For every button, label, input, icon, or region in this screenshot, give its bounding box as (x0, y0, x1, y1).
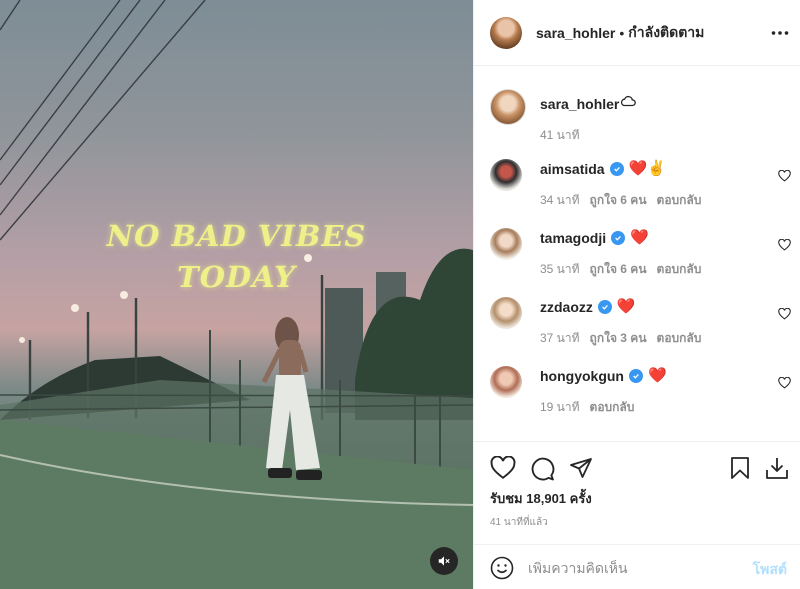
following-button[interactable]: กำลังติดตาม (628, 22, 704, 44)
commenter-avatar[interactable] (490, 297, 522, 329)
reply-button[interactable]: ตอบกลับ (657, 191, 702, 210)
overlay-text-line2: TODAY (177, 260, 296, 294)
comment-time[interactable]: 34 นาที (540, 191, 580, 210)
post-video[interactable]: NO BAD VIBES TODAY (0, 0, 473, 589)
mute-toggle-button[interactable] (430, 547, 458, 575)
comment-time[interactable]: 35 นาที (540, 260, 580, 279)
comment-text: ❤️ (648, 367, 667, 384)
like-comment-heart-icon[interactable] (778, 170, 791, 182)
save-bookmark-icon[interactable] (729, 456, 751, 480)
speaker-muted-icon (438, 556, 450, 566)
commenter-username[interactable]: aimsatida (540, 161, 605, 177)
reply-button[interactable]: ตอบกลับ (657, 260, 702, 279)
author-avatar[interactable] (490, 16, 522, 49)
emoji-smiley-icon[interactable] (490, 556, 514, 580)
views-suffix: ครั้ง (569, 491, 592, 506)
post-actions: รับชม 18,901 ครั้ง 41 นาทีที่แล้ว โพสต์ (474, 441, 800, 589)
commenter-avatar[interactable] (490, 159, 522, 191)
comment-likes[interactable]: ถูกใจ 3 คน (590, 329, 647, 348)
like-heart-icon[interactable] (490, 456, 516, 480)
comment-time[interactable]: 19 นาที (540, 398, 580, 417)
post-timestamp[interactable]: 41 นาทีที่แล้ว (490, 515, 548, 530)
comment-item: tamagodji ❤️ 35 นาที ถูกใจ 6 คน ตอบกลับ (490, 228, 791, 288)
download-icon[interactable] (765, 456, 789, 480)
commenter-avatar[interactable] (490, 228, 522, 260)
views-number: 18,901 (526, 491, 567, 506)
commenter-username[interactable]: zzdaozz (540, 299, 593, 315)
author-username[interactable]: sara_hohler (536, 25, 615, 41)
views-label: รับชม (490, 491, 523, 506)
header-separator: • (619, 24, 625, 41)
like-comment-heart-icon[interactable] (778, 239, 791, 251)
comment-text: ❤️ (616, 298, 636, 315)
comment-bubble-icon[interactable] (530, 456, 555, 481)
commenter-avatar[interactable] (490, 366, 522, 398)
view-count[interactable]: รับชม 18,901 ครั้ง (490, 488, 592, 509)
reply-button[interactable]: ตอบกลับ (657, 329, 702, 348)
comment-item: zzdaozz ❤️ 37 นาที ถูกใจ 3 คน ตอบกลับ (490, 297, 791, 357)
verified-badge-icon (629, 369, 643, 383)
comment-time[interactable]: 37 นาที (540, 329, 580, 348)
post-header: sara_hohler • กำลังติดตาม (474, 0, 800, 66)
more-options-button[interactable] (769, 22, 791, 44)
comment-item: hongyokgun ❤️ 19 นาที ตอบกลับ (490, 366, 791, 426)
share-paper-plane-icon[interactable] (569, 456, 593, 480)
add-comment-bar: โพสต์ (474, 544, 800, 589)
comment-likes[interactable]: ถูกใจ 6 คน (590, 191, 647, 210)
commenter-username[interactable]: hongyokgun (540, 368, 624, 384)
comment-item: aimsatida ❤️✌️ 34 นาที ถูกใจ 6 คน ตอบกลั… (490, 159, 791, 219)
cloud-icon (620, 95, 636, 107)
add-comment-input[interactable] (528, 559, 738, 576)
more-dots-icon (771, 31, 789, 35)
caption-time: 41 นาที (540, 128, 580, 142)
comment-likes[interactable]: ถูกใจ 6 คน (590, 260, 647, 279)
verified-badge-icon (597, 300, 612, 314)
like-comment-heart-icon[interactable] (778, 377, 791, 389)
verified-badge-icon (611, 231, 626, 245)
overlay-text-line1: NO BAD VIBES (106, 219, 367, 253)
comments-list[interactable]: sara_hohler 41 นาที aimsatida ❤️✌️ 34 นา… (474, 67, 800, 440)
caption-author-avatar[interactable] (490, 89, 526, 125)
comment-text: ❤️ (630, 229, 649, 246)
post-comment-button[interactable]: โพสต์ (753, 559, 787, 581)
comment-text: ❤️✌️ (628, 160, 666, 177)
caption: sara_hohler 41 นาที (490, 89, 790, 149)
post-side-panel: sara_hohler • กำลังติดตาม sara_hohler 41… (473, 0, 800, 589)
caption-username[interactable]: sara_hohler (540, 96, 619, 112)
reply-button[interactable]: ตอบกลับ (590, 398, 635, 417)
verified-badge-icon (609, 162, 624, 176)
commenter-username[interactable]: tamagodji (540, 230, 606, 246)
like-comment-heart-icon[interactable] (778, 308, 791, 320)
